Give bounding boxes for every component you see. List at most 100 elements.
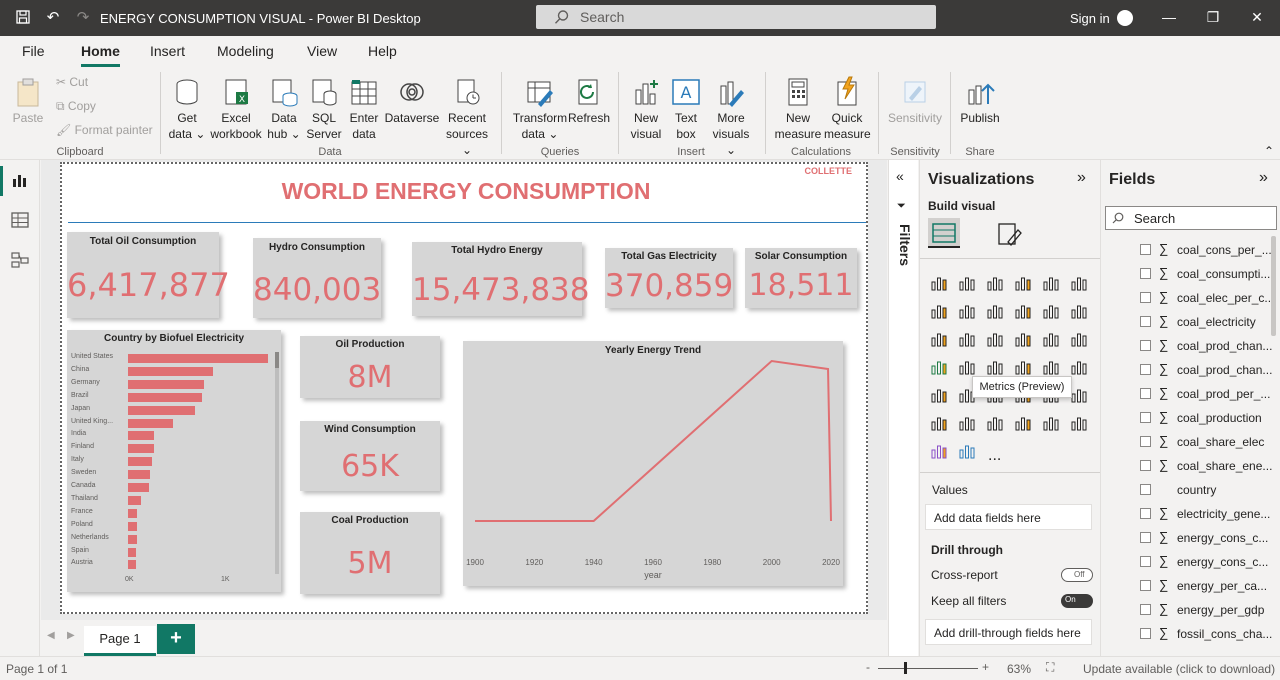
add-drill-through-well[interactable]: Add drill-through fields here: [925, 619, 1092, 645]
donut-icon[interactable]: [1042, 330, 1060, 348]
kpi-card[interactable]: Coal Production 5M: [300, 512, 440, 594]
cross-report-toggle[interactable]: Off: [1061, 568, 1093, 582]
paginated-report-icon[interactable]: [986, 414, 1004, 432]
kpi-card[interactable]: Solar Consumption 18,511: [745, 248, 857, 308]
stacked-area-icon[interactable]: [986, 302, 1004, 320]
refresh-button[interactable]: Refresh: [568, 76, 610, 126]
field-checkbox[interactable]: [1140, 556, 1151, 567]
zoom-slider-thumb[interactable]: [904, 662, 907, 674]
menu-insert[interactable]: Insert: [150, 43, 185, 59]
line-chart-icon[interactable]: [930, 302, 948, 320]
treemap-icon[interactable]: [1070, 330, 1088, 348]
kpi-card[interactable]: Total Gas Electricity 370,859: [605, 248, 733, 308]
field-checkbox[interactable]: [1140, 388, 1151, 399]
bar[interactable]: [128, 547, 137, 557]
field-item[interactable]: ∑ energy_per_gdp: [1101, 600, 1271, 620]
field-checkbox[interactable]: [1140, 508, 1151, 519]
fit-to-page-icon[interactable]: ⛶: [1046, 660, 1054, 675]
field-checkbox[interactable]: [1140, 460, 1151, 471]
bar[interactable]: [128, 534, 137, 544]
shape-map-icon[interactable]: [986, 358, 1004, 376]
card-icon[interactable]: [1014, 358, 1032, 376]
next-page-icon[interactable]: ▶: [67, 630, 75, 641]
collapse-viz-icon[interactable]: »: [1077, 169, 1086, 187]
add-data-fields-well[interactable]: Add data fields here: [925, 504, 1092, 530]
ribbon-chart-icon[interactable]: [1070, 302, 1088, 320]
multi-row-card-icon[interactable]: [1042, 358, 1060, 376]
bar[interactable]: [128, 470, 151, 480]
field-item[interactable]: ∑ coal_cons_per_...: [1101, 240, 1272, 260]
field-item[interactable]: ∑ coal_consumpti...: [1101, 264, 1271, 284]
bar[interactable]: [128, 560, 137, 570]
clustered-column-icon[interactable]: [1014, 274, 1032, 292]
copy-button[interactable]: ⧉ Copy: [56, 99, 96, 114]
bar[interactable]: [128, 366, 213, 376]
undo-icon[interactable]: ↶: [44, 9, 62, 27]
arcgis-icon[interactable]: [958, 442, 976, 460]
qa-icon[interactable]: [958, 414, 976, 432]
kpi-card[interactable]: Total Hydro Energy 15,473,838: [412, 242, 590, 316]
new-visual-button[interactable]: New visual: [626, 76, 666, 142]
menu-file[interactable]: File: [22, 43, 45, 59]
funnel-icon[interactable]: [958, 330, 976, 348]
keep-all-filters-toggle[interactable]: On: [1061, 594, 1093, 608]
power-apps-icon[interactable]: [1070, 414, 1088, 432]
field-item[interactable]: country: [1101, 480, 1271, 500]
slicer-icon[interactable]: [930, 386, 948, 404]
format-visual-icon[interactable]: [996, 220, 1024, 248]
update-available-link[interactable]: Update available (click to download): [1083, 662, 1275, 676]
get-data-button[interactable]: Get data ⌄: [166, 76, 208, 142]
collapse-fields-icon[interactable]: »: [1259, 169, 1268, 187]
menu-view[interactable]: View: [307, 43, 337, 59]
add-page-button[interactable]: +: [157, 624, 195, 654]
100-column-icon[interactable]: [1070, 274, 1088, 292]
enter-data-button[interactable]: Enter data: [346, 76, 382, 142]
smart-narrative-icon[interactable]: [1042, 414, 1060, 432]
zoom-slider-track[interactable]: [878, 668, 978, 669]
field-item[interactable]: ∑ coal_elec_per_c...: [1101, 288, 1274, 308]
kpi-card[interactable]: Hydro Consumption 840,003: [253, 238, 381, 318]
bar[interactable]: [128, 444, 154, 454]
fields-scrollbar[interactable]: [1271, 236, 1276, 336]
bar[interactable]: [128, 379, 204, 389]
field-item[interactable]: ∑ coal_share_elec: [1101, 432, 1271, 452]
close-icon[interactable]: ✕: [1247, 9, 1267, 26]
area-chart-icon[interactable]: [958, 302, 976, 320]
transform-data-button[interactable]: Transform data ⌄: [510, 76, 570, 142]
save-icon[interactable]: [14, 9, 32, 27]
trend-line[interactable]: [475, 359, 832, 522]
field-checkbox[interactable]: [1140, 340, 1151, 351]
zoom-out-icon[interactable]: -: [866, 660, 870, 674]
publish-button[interactable]: Publish: [958, 76, 1002, 126]
kpi-card[interactable]: Oil Production 8M: [300, 336, 440, 398]
stacked-column-icon[interactable]: [958, 274, 976, 292]
metrics-icon[interactable]: [1014, 414, 1032, 432]
search-box[interactable]: Search: [536, 5, 936, 29]
minimize-icon[interactable]: —: [1159, 9, 1179, 25]
restore-icon[interactable]: ❐: [1203, 9, 1223, 26]
field-item[interactable]: ∑ coal_prod_chan...: [1101, 336, 1272, 356]
field-checkbox[interactable]: [1140, 316, 1151, 327]
fields-search-input[interactable]: Search: [1105, 206, 1277, 230]
excel-workbook-button[interactable]: X Excel workbook: [208, 76, 264, 142]
avatar[interactable]: [1117, 10, 1133, 26]
field-item[interactable]: ∑ energy_per_ca...: [1101, 576, 1271, 596]
bar[interactable]: [128, 483, 149, 492]
filled-map-icon[interactable]: [958, 358, 976, 376]
bar[interactable]: [128, 392, 203, 402]
field-checkbox[interactable]: [1140, 268, 1151, 279]
bar[interactable]: [128, 418, 174, 428]
quick-measure-button[interactable]: Quick measure: [824, 76, 871, 142]
field-checkbox[interactable]: [1140, 436, 1151, 447]
bar[interactable]: [128, 431, 154, 441]
expand-filters-icon[interactable]: «: [896, 168, 904, 184]
field-item[interactable]: ∑ coal_prod_chan...: [1101, 360, 1272, 380]
collapse-ribbon-icon[interactable]: ⌃: [1264, 144, 1274, 158]
kpi-icon[interactable]: [1070, 358, 1088, 376]
chart-scrollbar[interactable]: [275, 352, 279, 368]
report-view-icon[interactable]: [10, 170, 30, 190]
line-column-icon[interactable]: [1014, 302, 1032, 320]
scatter-icon[interactable]: [986, 330, 1004, 348]
page-tab-1[interactable]: Page 1: [84, 626, 156, 656]
dataverse-button[interactable]: Dataverse: [384, 76, 440, 126]
